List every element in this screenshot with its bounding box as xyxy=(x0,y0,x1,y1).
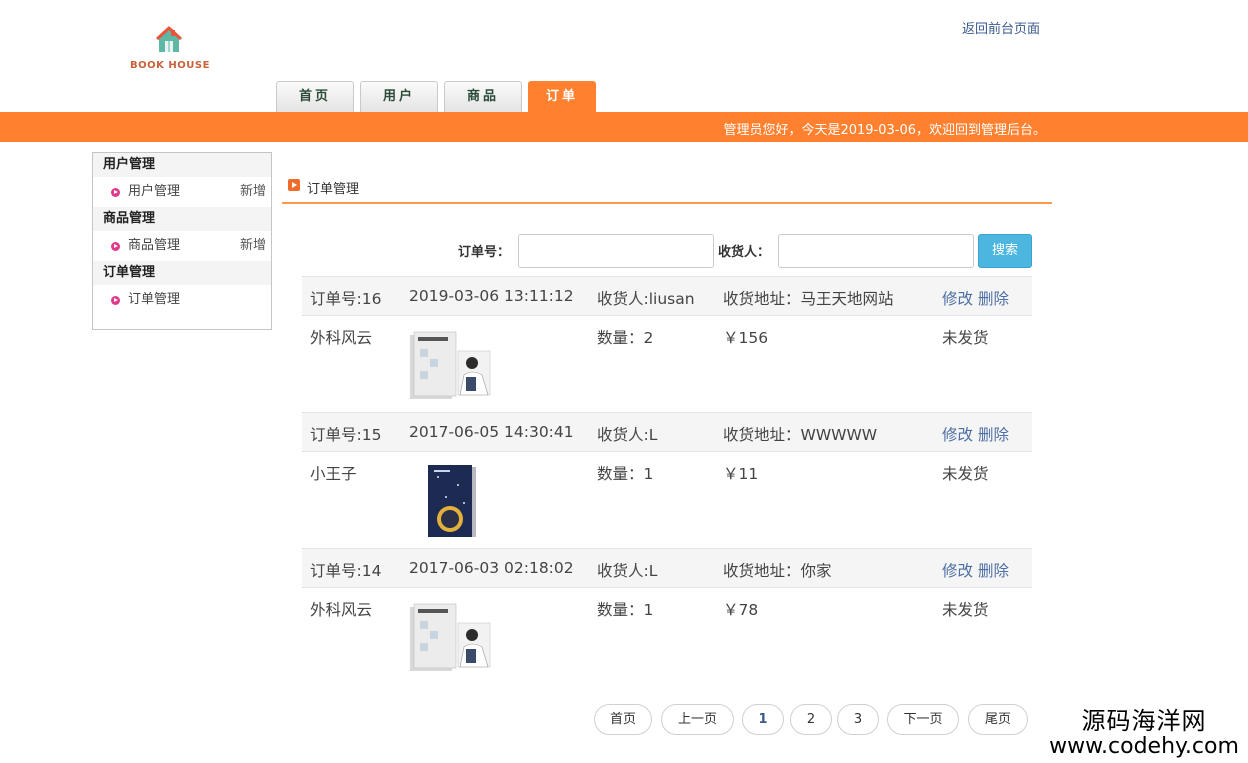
delete-order-link[interactable]: 删除 xyxy=(978,287,1009,309)
book-cover-image xyxy=(409,331,491,400)
next-page-button[interactable]: 下一页 xyxy=(887,704,959,735)
watermark-line1: 源码海洋网 xyxy=(1081,707,1207,735)
order-quantity: 数量：1 xyxy=(597,465,654,483)
order-time: 2017-06-03 02:18:02 xyxy=(409,559,574,577)
back-to-frontend-link[interactable]: 返回前台页面 xyxy=(962,18,1040,37)
watermark-line2: www.codehy.com xyxy=(1049,734,1239,759)
order-quantity: 数量：1 xyxy=(597,601,654,619)
watermark: 源码海洋网 www.codehy.com xyxy=(1040,707,1248,759)
order-header-row: 订单号:16 2019-03-06 13:11:12 收货人:liusan 收货… xyxy=(302,276,1032,316)
book-cover-image xyxy=(409,603,491,672)
order-receiver: 收货人:liusan xyxy=(597,290,695,308)
house-logo-icon xyxy=(156,26,182,52)
last-page-button[interactable]: 尾页 xyxy=(968,704,1028,735)
book-cover-image xyxy=(428,465,476,537)
order-id: 订单号:14 xyxy=(310,562,382,580)
bullet-arrow-icon xyxy=(111,188,120,197)
first-page-button[interactable]: 首页 xyxy=(594,704,652,735)
receiver-input[interactable] xyxy=(778,234,974,268)
prev-page-button[interactable]: 上一页 xyxy=(661,704,734,735)
page-3-button[interactable]: 3 xyxy=(837,704,879,735)
order-list: 订单号:16 2019-03-06 13:11:12 收货人:liusan 收货… xyxy=(302,276,1032,684)
order-time: 2019-03-06 13:11:12 xyxy=(409,287,574,305)
order-receiver: 收货人:L xyxy=(597,562,658,580)
logo-text: BOOK HOUSE xyxy=(130,60,210,71)
order-number-input[interactable] xyxy=(518,234,714,268)
sidebar: 用户管理 用户管理 新增 商品管理 商品管理 新增 订单管理 订单管理 xyxy=(92,152,272,330)
order-address: 收货地址：你家 xyxy=(723,562,832,580)
order-quantity: 数量：2 xyxy=(597,329,654,347)
order-number-label: 订单号： xyxy=(458,245,511,260)
order-item-row: 外科风云 数量：1 ￥78 未发货 xyxy=(302,588,1032,684)
book-title: 外科风云 xyxy=(310,601,373,619)
page-2-button[interactable]: 2 xyxy=(790,704,832,735)
tab-home[interactable]: 首页 xyxy=(276,81,354,112)
delete-order-link[interactable]: 删除 xyxy=(978,423,1009,445)
bullet-arrow-icon xyxy=(111,296,120,305)
sidebar-group-products: 商品管理 xyxy=(93,207,271,231)
add-product-link[interactable]: 新增 xyxy=(240,231,266,261)
search-button[interactable]: 搜索 xyxy=(978,234,1032,268)
order-status: 未发货 xyxy=(942,465,989,483)
delete-order-link[interactable]: 删除 xyxy=(978,559,1009,581)
welcome-bar: 管理员您好，今天是2019-03-06，欢迎回到管理后台。 xyxy=(0,112,1248,142)
main-nav: 首页 用户 商品 订单 xyxy=(276,81,596,112)
tab-products[interactable]: 商品 xyxy=(444,81,522,112)
tab-orders[interactable]: 订单 xyxy=(528,81,596,112)
order-price: ￥11 xyxy=(723,465,759,483)
title-arrow-icon xyxy=(288,179,300,191)
order-address: 收货地址：WWWWW xyxy=(723,426,878,444)
page-title: 订单管理 xyxy=(307,182,360,197)
book-title: 小王子 xyxy=(310,465,357,483)
order-id: 订单号:16 xyxy=(310,290,382,308)
add-user-link[interactable]: 新增 xyxy=(240,177,266,207)
edit-order-link[interactable]: 修改 xyxy=(942,423,973,445)
search-form: 订单号： 收货人： 搜索 xyxy=(300,234,1032,268)
logo: BOOK HOUSE xyxy=(128,26,212,76)
sidebar-item-label: 用户管理 xyxy=(128,184,181,199)
receiver-label: 收货人： xyxy=(718,245,771,260)
order-item-row: 外科风云 数量：2 ￥156 未发货 xyxy=(302,316,1032,412)
book-title: 外科风云 xyxy=(310,329,373,347)
order-receiver: 收货人:L xyxy=(597,426,658,444)
order-status: 未发货 xyxy=(942,329,989,347)
page-1-button[interactable]: 1 xyxy=(742,704,784,735)
welcome-text: 管理员您好，今天是2019-03-06，欢迎回到管理后台。 xyxy=(723,123,1046,138)
order-id: 订单号:15 xyxy=(310,426,382,444)
sidebar-item-user-manage[interactable]: 用户管理 新增 xyxy=(93,177,271,207)
sidebar-item-label: 商品管理 xyxy=(128,238,181,253)
sidebar-item-label: 订单管理 xyxy=(128,292,181,307)
sidebar-group-orders: 订单管理 xyxy=(93,261,271,285)
edit-order-link[interactable]: 修改 xyxy=(942,559,973,581)
section-title: 订单管理 xyxy=(282,172,1052,204)
tab-users[interactable]: 用户 xyxy=(360,81,438,112)
pagination: 首页 上一页 1 2 3 下一页 尾页 xyxy=(590,704,1030,736)
order-status: 未发货 xyxy=(942,601,989,619)
order-header-row: 订单号:14 2017-06-03 02:18:02 收货人:L 收货地址：你家… xyxy=(302,548,1032,588)
order-price: ￥78 xyxy=(723,601,759,619)
order-price: ￥156 xyxy=(723,329,769,347)
order-header-row: 订单号:15 2017-06-05 14:30:41 收货人:L 收货地址：WW… xyxy=(302,412,1032,452)
edit-order-link[interactable]: 修改 xyxy=(942,287,973,309)
bullet-arrow-icon xyxy=(111,242,120,251)
order-address: 收货地址：马王天地网站 xyxy=(723,290,894,308)
sidebar-item-product-manage[interactable]: 商品管理 新增 xyxy=(93,231,271,261)
sidebar-group-users: 用户管理 xyxy=(93,153,271,177)
order-time: 2017-06-05 14:30:41 xyxy=(409,423,574,441)
sidebar-item-order-manage[interactable]: 订单管理 xyxy=(93,285,271,315)
order-item-row: 小王子 数量：1 ￥11 未发货 xyxy=(302,452,1032,548)
